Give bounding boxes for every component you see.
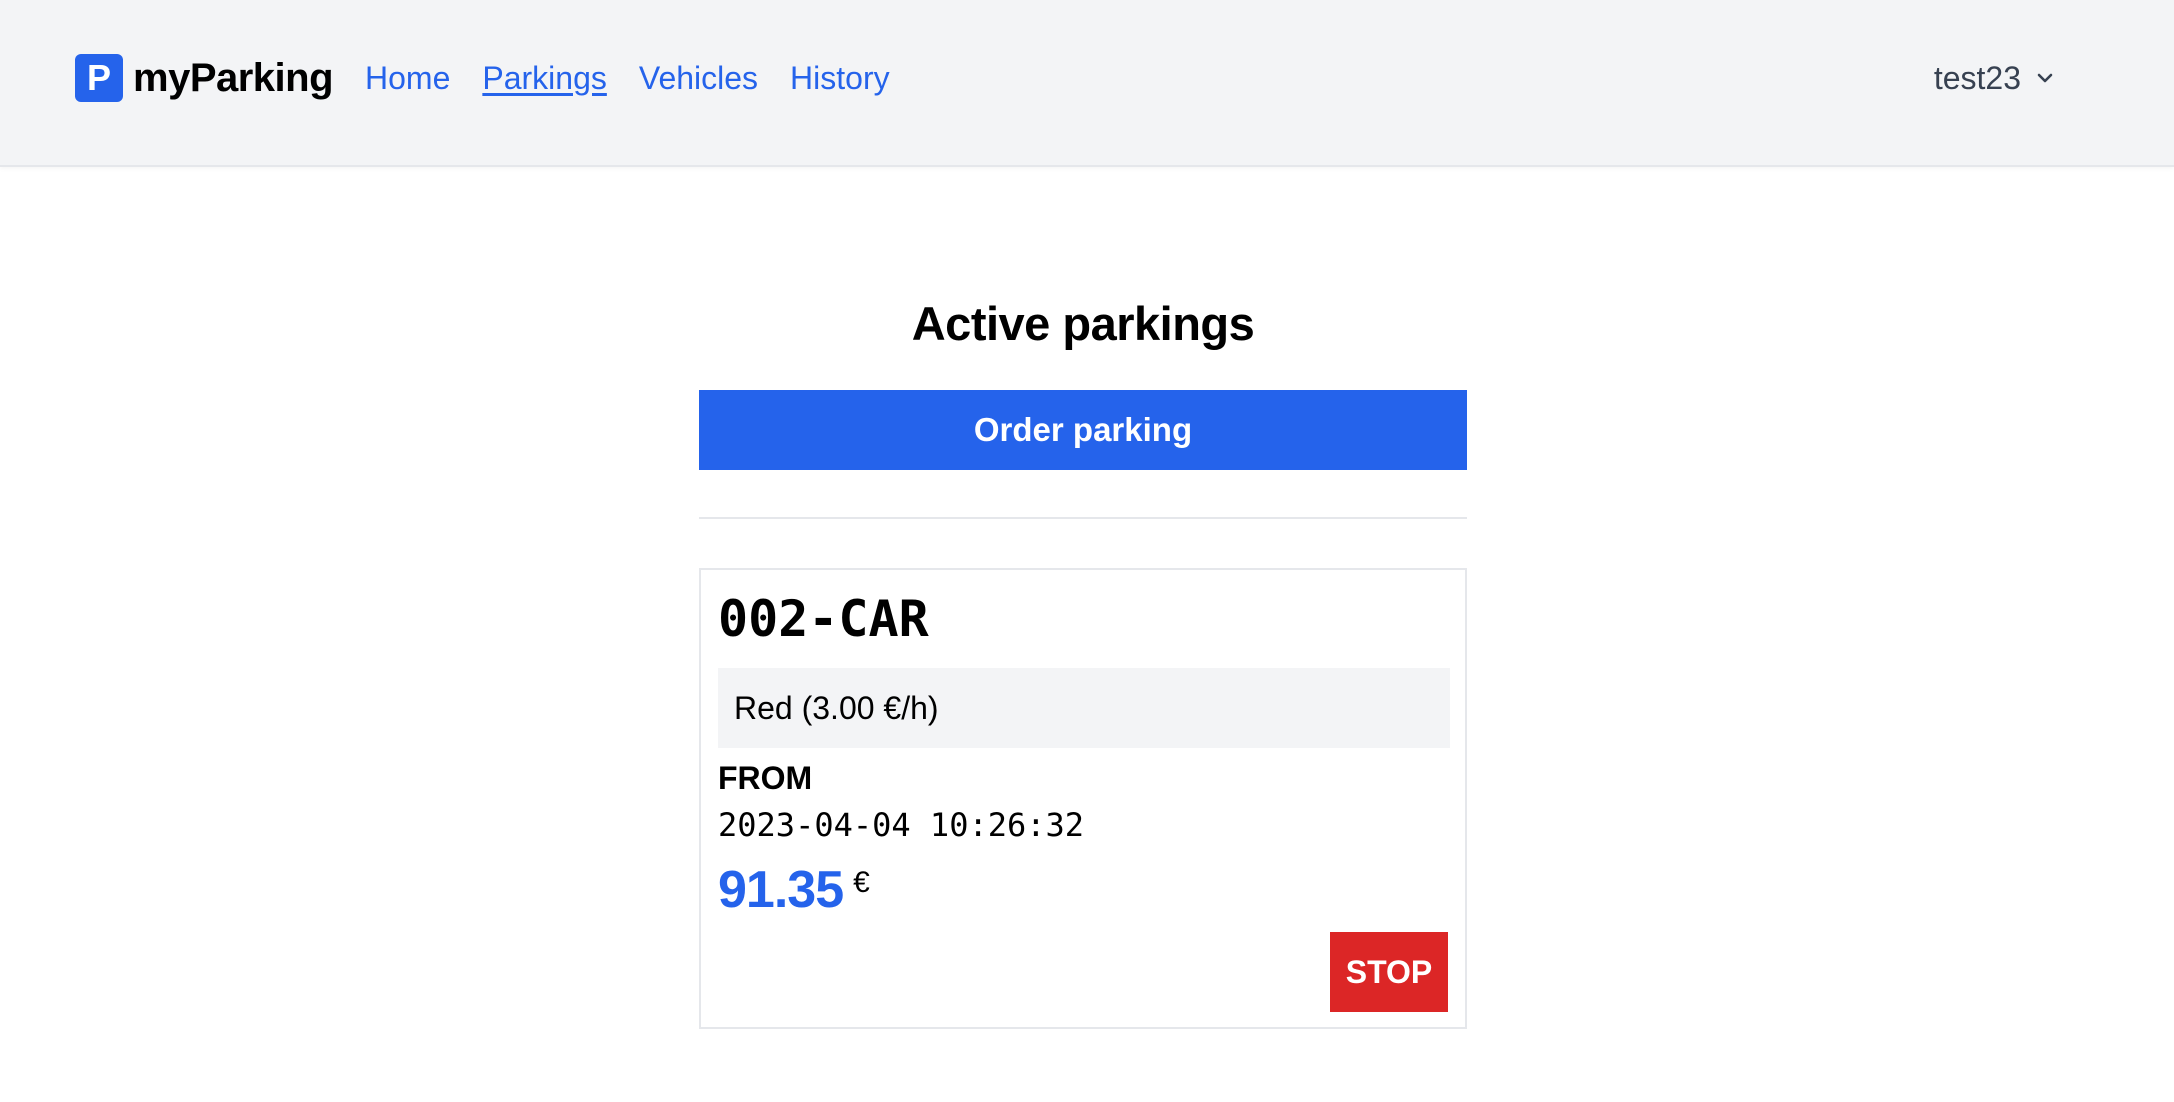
top-navbar: P myParking Home Parkings Vehicles Histo… bbox=[0, 0, 2174, 167]
vehicle-plate: 002-CAR bbox=[718, 590, 929, 648]
nav-link-parkings[interactable]: Parkings bbox=[482, 56, 607, 100]
from-label: FROM bbox=[718, 760, 813, 796]
cost-currency: € bbox=[853, 866, 870, 899]
parking-logo-icon: P bbox=[75, 54, 123, 102]
chevron-down-icon bbox=[2037, 73, 2053, 83]
nav-link-history[interactable]: History bbox=[790, 56, 890, 100]
order-parking-button[interactable]: Order parking bbox=[699, 390, 1467, 470]
parking-zone: Red (3.00 €/h) bbox=[718, 668, 1450, 748]
from-datetime: 2023-04-04 10:26:32 bbox=[718, 806, 1085, 844]
user-menu-button[interactable]: test23 bbox=[1934, 56, 2055, 100]
brand-name: myParking bbox=[133, 55, 334, 100]
main-nav: Home Parkings Vehicles History bbox=[365, 56, 890, 100]
divider bbox=[699, 517, 1467, 519]
nav-link-home[interactable]: Home bbox=[365, 56, 450, 100]
parking-cost: 91.35 € bbox=[718, 860, 870, 920]
page-title: Active parkings bbox=[911, 297, 1255, 350]
nav-link-vehicles[interactable]: Vehicles bbox=[639, 56, 758, 100]
cost-amount: 91.35 bbox=[718, 861, 844, 919]
parking-card: 002-CAR Red (3.00 €/h) FROM 2023-04-04 1… bbox=[699, 568, 1467, 1029]
brand-link[interactable]: P myParking bbox=[75, 54, 334, 102]
username: test23 bbox=[1933, 60, 2021, 96]
stop-parking-button[interactable]: STOP bbox=[1330, 932, 1448, 1012]
